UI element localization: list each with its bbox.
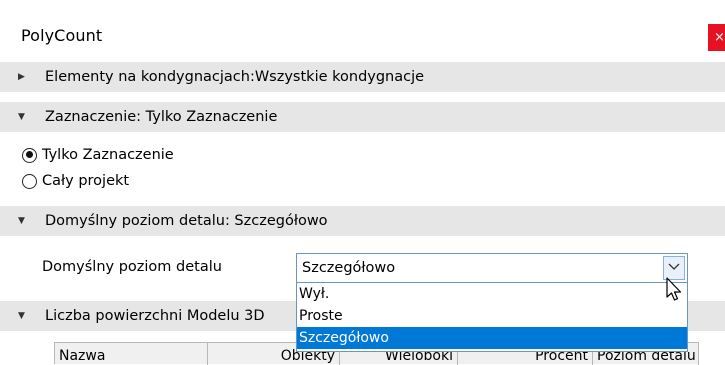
radio-only-selection-label: Tylko Zaznaczenie: [42, 147, 174, 163]
mouse-cursor-icon: [665, 277, 685, 303]
detail-level-dropdown-list: Wył. Proste Szczegółowo: [296, 283, 688, 352]
detail-level-value: Szczegółowo: [302, 260, 396, 276]
radio-button-checked[interactable]: [22, 147, 37, 163]
section-detail-header[interactable]: ▼ Domyślny poziom detalu: Szczegółowo: [0, 206, 725, 236]
section-elements-label: Elementy na kondygnacjach:Wszystkie kond…: [45, 69, 425, 85]
radio-whole-project-label: Cały projekt: [42, 173, 130, 189]
section-detail-label: Domyślny poziom detalu: Szczegółowo: [45, 213, 328, 229]
dropdown-option-detailed[interactable]: Szczegółowo: [297, 327, 687, 349]
collapse-arrow-icon: ▼: [18, 311, 25, 321]
dropdown-option-simple[interactable]: Proste: [297, 305, 687, 327]
radio-button-unchecked[interactable]: [22, 173, 37, 189]
expand-arrow-icon: ▶: [18, 72, 25, 82]
radio-whole-project[interactable]: Cały projekt: [22, 169, 129, 193]
dropdown-option-off[interactable]: Wył.: [297, 283, 687, 305]
section-faces-label: Liczba powierzchni Modelu 3D: [45, 308, 265, 324]
title-bar: PolyCount ×: [0, 0, 725, 62]
window-title: PolyCount: [21, 26, 103, 45]
collapse-arrow-icon: ▼: [18, 216, 25, 226]
section-selection-label: Zaznaczenie: Tylko Zaznaczenie: [45, 109, 278, 125]
section-selection-header[interactable]: ▼ Zaznaczenie: Tylko Zaznaczenie: [0, 102, 725, 132]
column-header-name[interactable]: Nazwa: [55, 343, 208, 365]
detail-level-select[interactable]: Szczegółowo: [296, 253, 688, 283]
section-elements-header[interactable]: ▶ Elementy na kondygnacjach:Wszystkie ko…: [0, 62, 725, 92]
detail-level-label: Domyślny poziom detalu: [42, 259, 222, 275]
close-icon: ×: [714, 30, 725, 45]
radio-only-selection[interactable]: Tylko Zaznaczenie: [22, 143, 174, 167]
collapse-arrow-icon: ▼: [18, 112, 25, 122]
close-button[interactable]: ×: [708, 24, 725, 51]
chevron-down-icon: [668, 260, 680, 274]
